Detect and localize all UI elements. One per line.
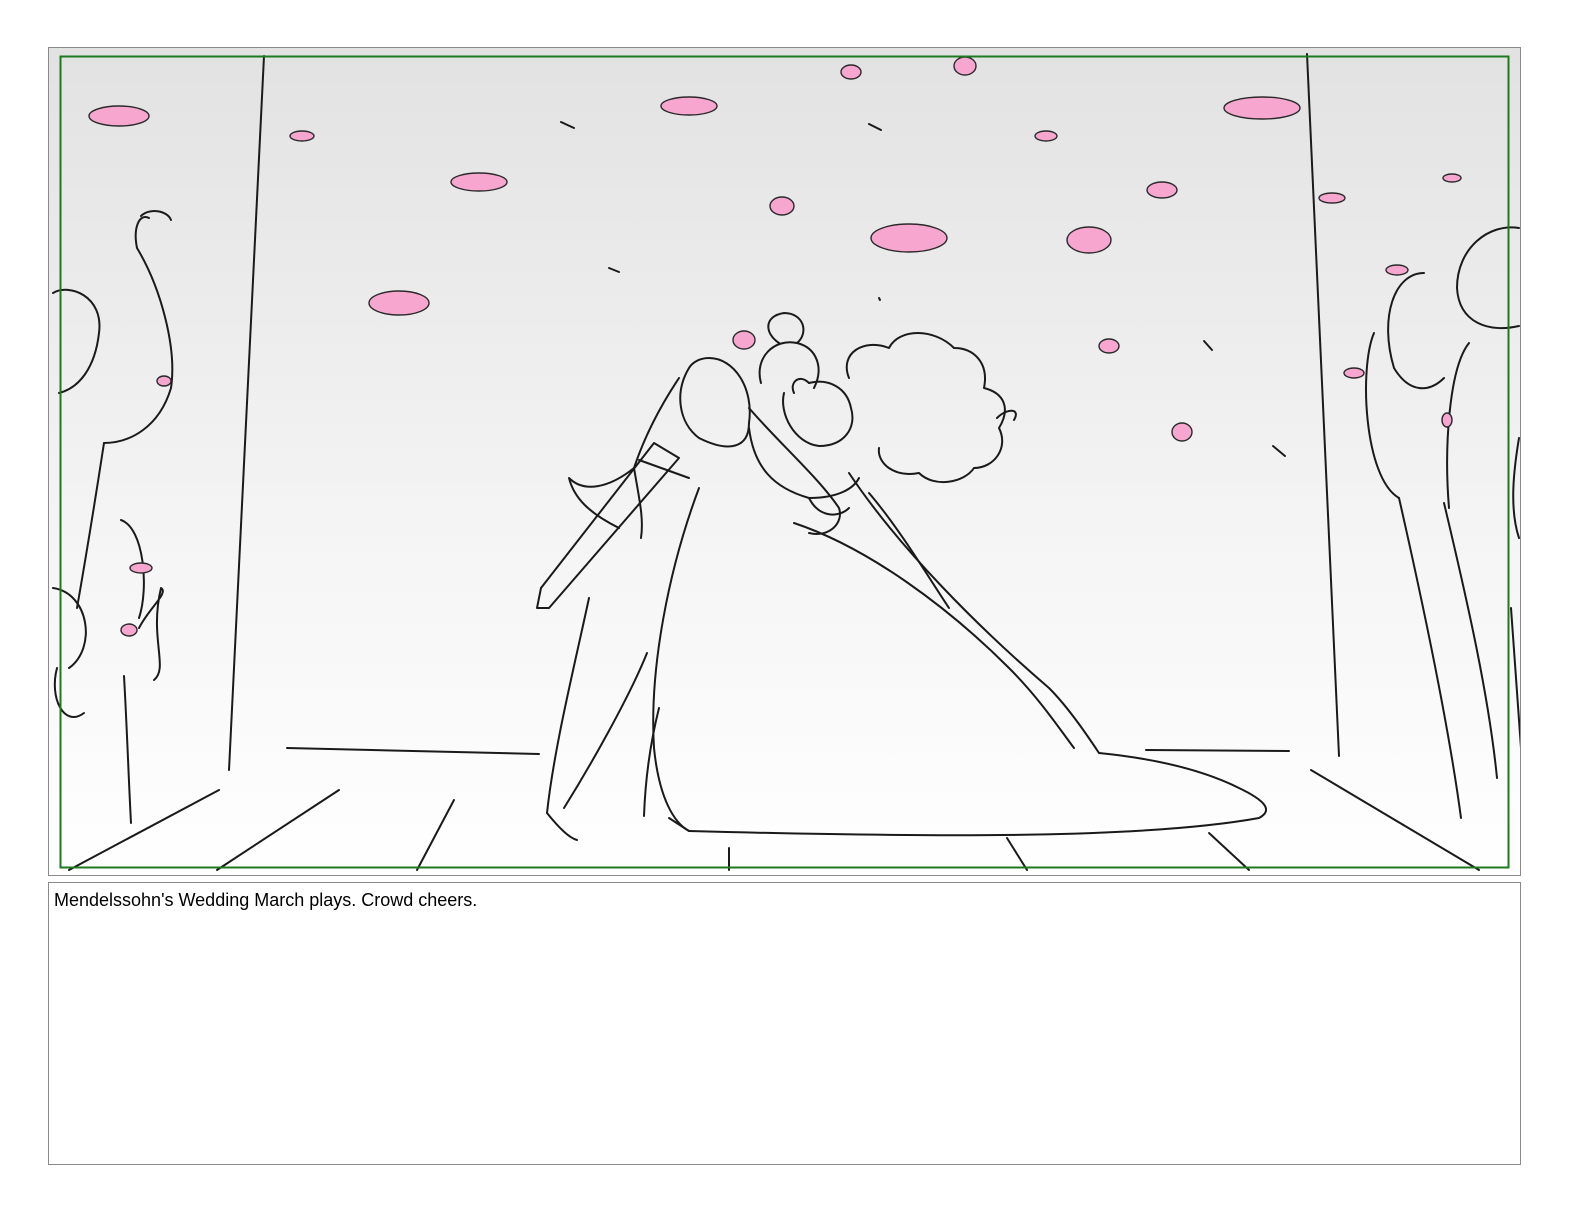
background-gradient [49,48,1520,875]
action-notes: Mendelssohn's Wedding March plays. Crowd… [54,890,478,910]
notes-box: Mendelssohn's Wedding March plays. Crowd… [48,882,1521,1165]
panel-sketch [49,48,1520,875]
storyboard-panel [48,47,1521,876]
